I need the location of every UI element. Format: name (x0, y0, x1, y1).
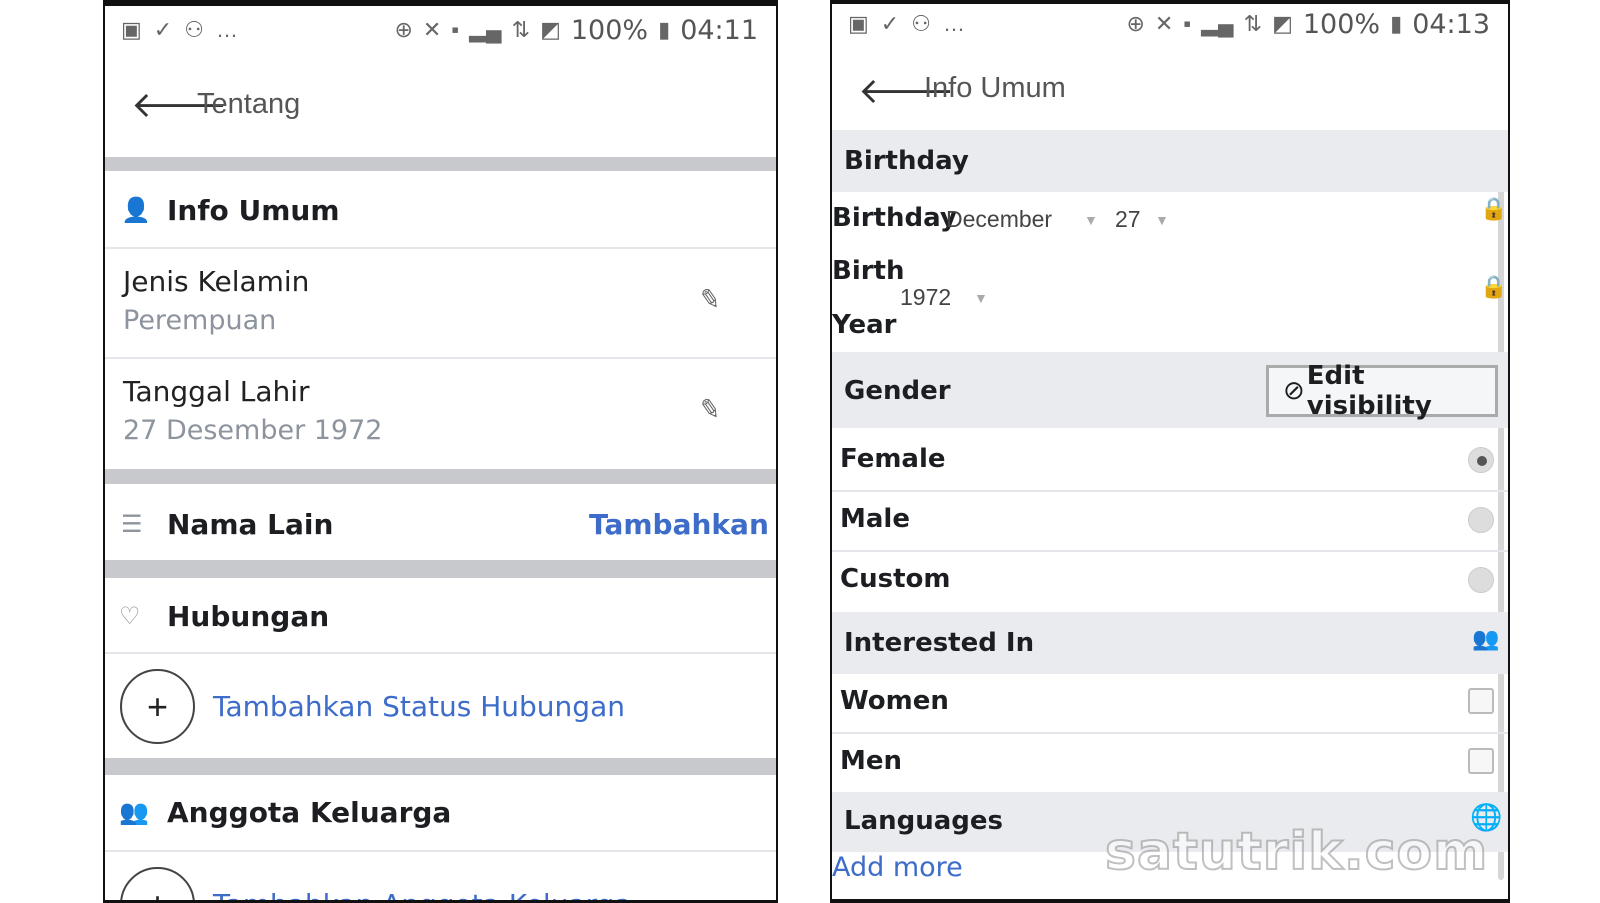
download-done-icon: ✓ (880, 11, 900, 36)
page-title: Info Umum (924, 72, 1066, 104)
option-label: Custom (840, 564, 951, 594)
page-title: Tentang (197, 88, 301, 120)
hubungan-title: Hubungan (167, 600, 330, 633)
signal-icon: ▂▄ (1201, 11, 1234, 36)
birthday-section-header: Birthday (832, 130, 1508, 192)
interested-option-women[interactable]: Women (832, 674, 1508, 732)
watermark: satutrik.com (1104, 821, 1489, 883)
image-icon: ▣ (121, 17, 142, 42)
privacy-lock-icon[interactable]: 🔒 (1480, 196, 1507, 222)
info-umum-title: Info Umum (167, 194, 340, 227)
option-label: Female (840, 444, 946, 474)
gender-value: Perempuan (123, 305, 277, 336)
nama-lain-title: Nama Lain (167, 508, 334, 541)
signal-icon: ▂▄ (469, 17, 502, 42)
family-members-icon: 👥 (119, 798, 149, 826)
clock: 04:13 (1412, 8, 1490, 40)
birthday-month-select[interactable]: December (946, 206, 1052, 233)
gender-option-male[interactable]: Male (832, 492, 1508, 550)
add-plus-icon: + (120, 669, 195, 744)
right-phone-screen: ▣ ✓ ⚇ … ⊕ ✕ ▪ ▂▄ ⇅ ◩ 100% ▮ 04:13 🡐 Info… (830, 0, 1510, 903)
phone-frame-top (105, 0, 776, 6)
interested-section-header: Interested In 👥 (832, 612, 1508, 674)
data-saver-icon: ⊕ (1126, 11, 1145, 36)
radio-female[interactable] (1468, 447, 1494, 473)
friends-audience-icon[interactable]: 👥 (1472, 626, 1499, 652)
incognito-icon: ⚇ (184, 17, 204, 42)
option-label: Women (840, 686, 949, 716)
interested-section-title: Interested In (844, 628, 1035, 658)
image-icon: ▣ (848, 11, 869, 36)
gender-option-female[interactable]: Female (832, 430, 1508, 490)
add-plus-icon: + (120, 867, 195, 903)
section-separator (105, 469, 776, 484)
edit-pencil-icon[interactable]: ✎ (697, 283, 724, 316)
dropdown-caret-icon: ▼ (1155, 212, 1169, 228)
dropdown-caret-icon: ▼ (974, 290, 988, 306)
relationship-heart-icon: ♡ (119, 602, 141, 630)
no-sim-icon: ◩ (1272, 11, 1293, 36)
clock: 04:11 (680, 14, 758, 46)
section-separator (105, 758, 776, 775)
edit-visibility-label: Edit visibility (1306, 361, 1432, 421)
gender-label: Jenis Kelamin (123, 265, 310, 298)
4g-icon: ⇅ (1243, 11, 1263, 36)
gender-option-custom[interactable]: Custom (832, 552, 1508, 610)
add-more-languages-link[interactable]: Add more (832, 852, 963, 883)
anggota-keluarga-title: Anggota Keluarga (167, 796, 452, 829)
dob-label: Tanggal Lahir (123, 375, 310, 408)
left-phone-screen: ▣ ✓ ⚇ … ⊕ ✕ ▪ ▂▄ ⇅ ◩ 100% ▮ 04:11 🡐 Tent… (103, 0, 778, 903)
section-separator (105, 157, 776, 171)
birth-year-select[interactable]: 1972 (900, 284, 951, 311)
status-bar: ▣ ✓ ⚇ … ⊕ ✕ ▪ ▂▄ ⇅ ◩ 100% ▮ 04:11 (105, 10, 776, 50)
battery-icon: ▮ (658, 17, 671, 42)
birthday-day-select[interactable]: 27 (1115, 206, 1141, 233)
sim2-icon: ▪ (1183, 11, 1192, 36)
list-icon: ☰ (121, 510, 143, 538)
more-notifications-icon: … (215, 17, 238, 42)
sim2-icon: ▪ (451, 17, 460, 42)
checkbox-men[interactable] (1468, 748, 1494, 774)
option-label: Male (840, 504, 910, 534)
incognito-icon: ⚇ (911, 11, 931, 36)
person-info-icon: 👤 (121, 196, 151, 224)
radio-custom[interactable] (1468, 567, 1494, 593)
mute-icon: ✕ (422, 17, 442, 42)
battery-icon: ▮ (1390, 11, 1403, 36)
option-label: Men (840, 746, 903, 776)
radio-male[interactable] (1468, 507, 1494, 533)
checkbox-women[interactable] (1468, 688, 1494, 714)
birthday-section-title: Birthday (844, 146, 969, 176)
dob-value: 27 Desember 1972 (123, 415, 383, 446)
edit-visibility-button[interactable]: ⊘ Edit visibility (1266, 361, 1498, 421)
interested-option-men[interactable]: Men (832, 734, 1508, 790)
add-other-name-button[interactable]: Tambahkan (589, 508, 769, 541)
data-saver-icon: ⊕ (394, 17, 413, 42)
no-sim-icon: ◩ (540, 17, 561, 42)
languages-section-title: Languages (844, 806, 1004, 836)
section-separator (105, 560, 776, 578)
gender-row[interactable]: Jenis Kelamin Perempuan ✎ (105, 249, 776, 357)
battery-percent: 100% (1302, 8, 1381, 40)
add-relationship-row[interactable]: + Tambahkan Status Hubungan (105, 654, 776, 758)
4g-icon: ⇅ (511, 17, 531, 42)
status-bar: ▣ ✓ ⚇ … ⊕ ✕ ▪ ▂▄ ⇅ ◩ 100% ▮ 04:13 (832, 4, 1508, 44)
birth-year-label: Birth (832, 256, 905, 286)
dropdown-caret-icon: ▼ (1084, 212, 1098, 228)
download-done-icon: ✓ (153, 17, 173, 42)
battery-percent: 100% (570, 14, 649, 46)
no-visibility-icon: ⊘ (1283, 376, 1305, 406)
add-family-row[interactable]: + Tambahkan Anggota Keluarga (105, 852, 776, 903)
dob-row[interactable]: Tanggal Lahir 27 Desember 1972 ✎ (105, 359, 776, 469)
gender-section-title: Gender (844, 376, 951, 406)
more-notifications-icon: … (942, 11, 965, 36)
privacy-lock-icon[interactable]: 🔒 (1480, 274, 1507, 300)
birthday-row-label: Birthday (832, 203, 957, 233)
birth-year-label: Year (832, 310, 897, 340)
add-relationship-status-link[interactable]: Tambahkan Status Hubungan (213, 690, 625, 723)
phone-frame-bottom (832, 899, 1508, 903)
edit-pencil-icon[interactable]: ✎ (697, 393, 724, 426)
mute-icon: ✕ (1154, 11, 1174, 36)
